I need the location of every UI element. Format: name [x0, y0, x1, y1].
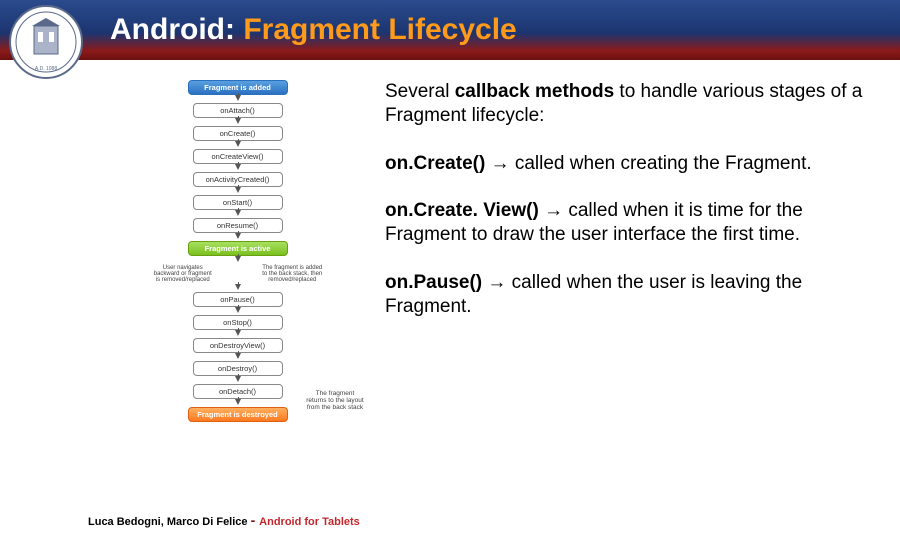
arrow-down-icon	[130, 307, 345, 315]
footer-dash: -	[251, 512, 260, 528]
slide-header: Android: Fragment Lifecycle	[0, 0, 900, 60]
arrow-down-icon	[130, 210, 345, 218]
diagram-note-return: The fragment returns to the layout from …	[305, 390, 365, 411]
slide-title: Android: Fragment Lifecycle	[110, 13, 517, 47]
slide-text: Several callback methods to handle vario…	[385, 80, 870, 422]
title-main: Fragment Lifecycle	[243, 13, 516, 46]
arrow-down-icon	[130, 118, 345, 126]
diagram-node-destroyed: Fragment is destroyed	[188, 407, 288, 422]
footer-authors: Luca Bedogni, Marco Di Felice	[88, 516, 248, 528]
arrow-down-icon	[130, 256, 345, 264]
onpause-paragraph: on.Pause() → called when the user is lea…	[385, 271, 870, 319]
lifecycle-diagram: Fragment is added onAttach() onCreate() …	[130, 80, 345, 422]
arrow-down-icon	[130, 353, 345, 361]
intro-bold: callback methods	[455, 81, 614, 102]
arrow-down-icon	[130, 141, 345, 149]
oncreate-paragraph: on.Create() → called when creating the F…	[385, 152, 870, 176]
arrow-down-icon	[130, 376, 345, 384]
university-seal-logo: A.D. 1088	[8, 4, 84, 80]
footer-topic: Android for Tablets	[259, 516, 360, 528]
oncreate-rest: → called when creating the Fragment.	[485, 153, 811, 174]
arrow-down-icon	[130, 95, 345, 103]
oncreateview-bold: on.Create. View()	[385, 200, 539, 221]
title-prefix: Android:	[110, 13, 243, 46]
slide-body: Fragment is added onAttach() onCreate() …	[0, 60, 900, 422]
slide-footer: Luca Bedogni, Marco Di Felice - Android …	[88, 512, 360, 528]
intro-pre: Several	[385, 81, 455, 102]
diagram-note-back-stack: The fragment is added to the back stack,…	[259, 264, 325, 284]
arrow-down-icon	[130, 233, 345, 241]
arrow-down-icon	[130, 164, 345, 172]
onpause-bold: on.Pause()	[385, 272, 482, 293]
oncreate-bold: on.Create()	[385, 153, 485, 174]
diagram-split-row: User navigates backward or fragment is r…	[130, 264, 345, 284]
arrow-down-icon	[130, 284, 345, 292]
svg-text:A.D. 1088: A.D. 1088	[35, 66, 57, 72]
diagram-note-navigate-back: User navigates backward or fragment is r…	[150, 264, 216, 284]
intro-paragraph: Several callback methods to handle vario…	[385, 80, 870, 128]
arrow-down-icon	[130, 187, 345, 195]
oncreateview-paragraph: on.Create. View() → called when it is ti…	[385, 199, 870, 247]
arrow-down-icon	[130, 330, 345, 338]
